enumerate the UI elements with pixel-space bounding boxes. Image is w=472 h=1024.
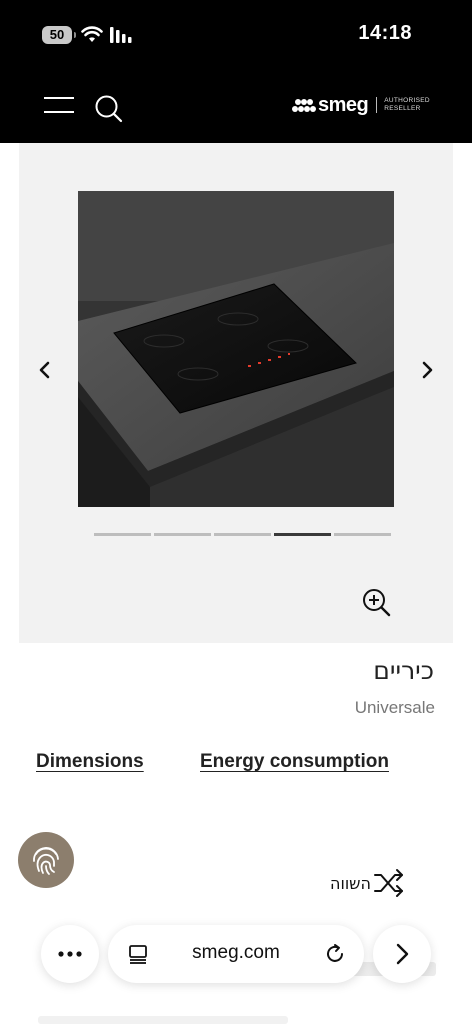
slide-indicator[interactable]: [214, 533, 271, 536]
zoom-in-icon[interactable]: [361, 587, 393, 619]
chevron-left-icon[interactable]: [35, 358, 55, 382]
logo-sub-line1: AUTHORISED: [384, 97, 430, 104]
search-icon[interactable]: [94, 94, 124, 124]
logo-dots-icon: [292, 99, 316, 112]
shuffle-icon: [373, 869, 403, 897]
signal-icon: [110, 27, 132, 43]
product-image[interactable]: [78, 191, 394, 507]
wifi-icon: [81, 26, 103, 42]
fingerprint-icon: [33, 847, 59, 875]
hamburger-menu-icon[interactable]: [44, 97, 74, 117]
more-dots-icon: [58, 951, 82, 957]
header: 50 14:18 smeg AUTHORISED RESELLER: [0, 0, 472, 143]
slide-indicators: [94, 533, 394, 536]
smeg-logo[interactable]: smeg AUTHORISED RESELLER: [292, 95, 430, 115]
slide-indicator[interactable]: [334, 533, 391, 536]
page: 50 14:18 smeg AUTHORISED RESELLER כיריים…: [0, 0, 472, 1024]
more-button[interactable]: [41, 925, 99, 983]
compare-button[interactable]: השווה: [330, 867, 405, 899]
logo-subtitle: AUTHORISED RESELLER: [384, 97, 430, 113]
dimensions-link[interactable]: Dimensions: [36, 751, 144, 773]
slide-indicator[interactable]: [154, 533, 211, 536]
chevron-right-icon: [396, 943, 409, 965]
forward-button[interactable]: [373, 925, 431, 983]
fingerprint-button[interactable]: [18, 832, 74, 888]
product-collection: Universale: [354, 698, 435, 717]
battery-indicator: 50: [42, 26, 76, 44]
logo-divider: [376, 97, 378, 113]
product-title: כיריים: [373, 656, 434, 685]
slide-indicator[interactable]: [94, 533, 151, 536]
logo-wordmark: smeg: [318, 94, 369, 116]
slide-indicator-active[interactable]: [274, 533, 331, 536]
product-gallery: [19, 143, 453, 643]
compare-label: השווה: [330, 873, 371, 893]
faded-content-bar: [38, 1016, 288, 1024]
logo-sub-line2: RESELLER: [384, 105, 421, 112]
chevron-right-icon[interactable]: [417, 358, 437, 382]
address-bar[interactable]: smeg.com: [108, 925, 364, 983]
clock: 14:18: [358, 22, 412, 44]
reload-icon[interactable]: [323, 942, 347, 966]
energy-consumption-link[interactable]: Energy consumption: [200, 751, 389, 773]
